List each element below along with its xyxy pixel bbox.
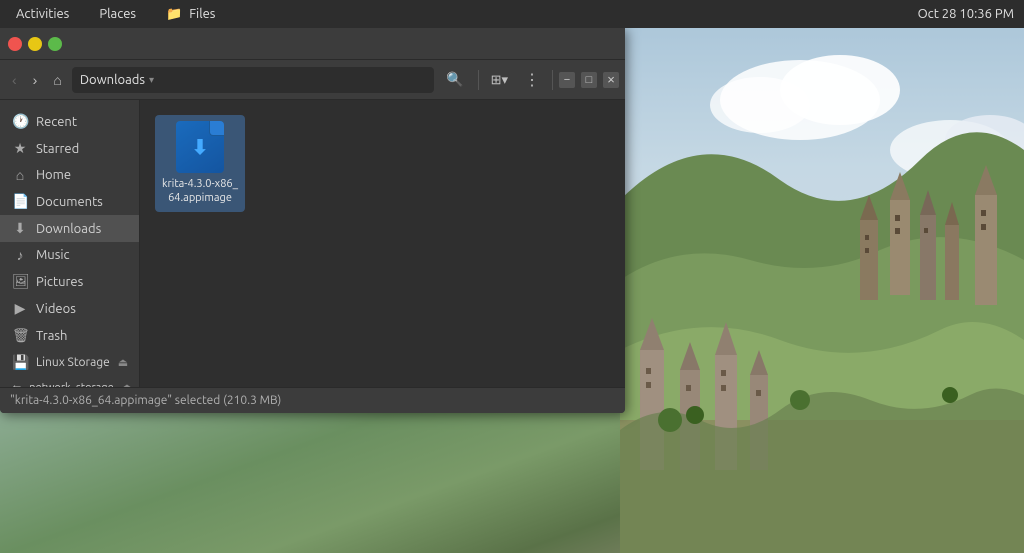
- more-options-button[interactable]: ⋮: [518, 66, 546, 94]
- sidebar-item-trash[interactable]: 🗑 Trash: [0, 322, 139, 349]
- sidebar-item-network-storage[interactable]: ⇐ network_storage ⏏: [0, 376, 139, 387]
- sidebar-label-music: Music: [36, 248, 70, 262]
- breadcrumb-location: Downloads: [80, 73, 145, 87]
- titlebar: [0, 28, 625, 60]
- recent-icon: 🕐: [12, 113, 28, 130]
- clock: Oct 28 10:36 PM: [918, 7, 1014, 21]
- files-label: Files: [189, 7, 215, 21]
- sidebar-label-documents: Documents: [36, 195, 103, 209]
- back-button[interactable]: ‹: [6, 68, 23, 92]
- linux-storage-icon: 💾: [12, 354, 28, 371]
- file-icon-krita: ⬇: [174, 121, 226, 173]
- starred-icon: ★: [12, 140, 28, 157]
- desktop: Activities Places 📁 Files Oct 28 10:36 P…: [0, 0, 1024, 553]
- topbar-left: Activities Places 📁 Files: [10, 5, 221, 24]
- pictures-icon: 🖼: [12, 273, 28, 290]
- sidebar-item-starred[interactable]: ★ Starred: [0, 135, 139, 162]
- home-icon: ⌂: [53, 72, 61, 88]
- file-manager-window: ‹ › ⌂ Downloads ▾ 🔍 ⊞▾ ⋮ − □ × 🕐: [0, 28, 625, 413]
- status-text: "krita-4.3.0-x86_64.appimage" selected (…: [10, 394, 281, 407]
- places-menu[interactable]: Places: [93, 5, 142, 24]
- window-max-button[interactable]: □: [581, 72, 597, 88]
- maximize-button[interactable]: [48, 37, 62, 51]
- minimize-button[interactable]: [28, 37, 42, 51]
- sidebar: 🕐 Recent ★ Starred ⌂ Home 📄 Documents ⬇: [0, 100, 140, 387]
- sidebar-label-recent: Recent: [36, 115, 77, 129]
- music-icon: ♪: [12, 247, 28, 263]
- sidebar-item-videos[interactable]: ▶ Videos: [0, 295, 139, 322]
- breadcrumb-bar[interactable]: Downloads ▾: [72, 67, 434, 93]
- appimage-icon: ⬇: [176, 121, 224, 173]
- sidebar-item-linux-storage[interactable]: 💾 Linux Storage ⏏: [0, 349, 139, 376]
- status-bar: "krita-4.3.0-x86_64.appimage" selected (…: [0, 387, 625, 413]
- sidebar-item-home[interactable]: ⌂ Home: [0, 162, 139, 188]
- trash-icon: 🗑: [12, 327, 28, 344]
- breadcrumb-dropdown-icon: ▾: [149, 74, 154, 86]
- sidebar-label-starred: Starred: [36, 142, 79, 156]
- content-area: 🕐 Recent ★ Starred ⌂ Home 📄 Documents ⬇: [0, 100, 625, 387]
- files-menu[interactable]: 📁 Files: [160, 5, 221, 24]
- toolbar-divider-2: [552, 70, 553, 90]
- sidebar-label-trash: Trash: [36, 329, 67, 343]
- sidebar-label-videos: Videos: [36, 302, 76, 316]
- topbar: Activities Places 📁 Files Oct 28 10:36 P…: [0, 0, 1024, 28]
- download-arrow-icon: ⬇: [192, 137, 209, 157]
- toolbar-divider: [478, 70, 479, 90]
- downloads-icon: ⬇: [12, 220, 28, 237]
- sidebar-item-recent[interactable]: 🕐 Recent: [0, 108, 139, 135]
- file-label-krita: krita-4.3.0-x86_64.appimage: [161, 177, 239, 206]
- file-item-krita[interactable]: ⬇ krita-4.3.0-x86_64.appimage: [155, 115, 245, 212]
- sidebar-label-home: Home: [36, 168, 71, 182]
- files-icon: 📁: [166, 7, 182, 21]
- sidebar-label-linux-storage: Linux Storage: [36, 356, 110, 369]
- documents-icon: 📄: [12, 193, 28, 210]
- home-icon-sidebar: ⌂: [12, 167, 28, 183]
- sidebar-item-documents[interactable]: 📄 Documents: [0, 188, 139, 215]
- search-button[interactable]: 🔍: [438, 67, 471, 92]
- window-close-button[interactable]: ×: [603, 72, 619, 88]
- window-min-button[interactable]: −: [559, 72, 575, 88]
- videos-icon: ▶: [12, 300, 28, 317]
- sidebar-label-downloads: Downloads: [36, 222, 101, 236]
- close-button[interactable]: [8, 37, 22, 51]
- view-toggle-button[interactable]: ⊞▾: [485, 68, 514, 92]
- file-area[interactable]: ⬇ krita-4.3.0-x86_64.appimage: [140, 100, 625, 387]
- linux-storage-eject[interactable]: ⏏: [118, 356, 128, 369]
- sidebar-item-pictures[interactable]: 🖼 Pictures: [0, 268, 139, 295]
- activities-menu[interactable]: Activities: [10, 5, 75, 24]
- sidebar-item-downloads[interactable]: ⬇ Downloads: [0, 215, 139, 242]
- sidebar-label-pictures: Pictures: [36, 275, 83, 289]
- sidebar-item-music[interactable]: ♪ Music: [0, 242, 139, 268]
- toolbar: ‹ › ⌂ Downloads ▾ 🔍 ⊞▾ ⋮ − □ ×: [0, 60, 625, 100]
- topbar-right: Oct 28 10:36 PM: [918, 7, 1014, 21]
- forward-button[interactable]: ›: [27, 68, 44, 92]
- home-button[interactable]: ⌂: [47, 68, 67, 92]
